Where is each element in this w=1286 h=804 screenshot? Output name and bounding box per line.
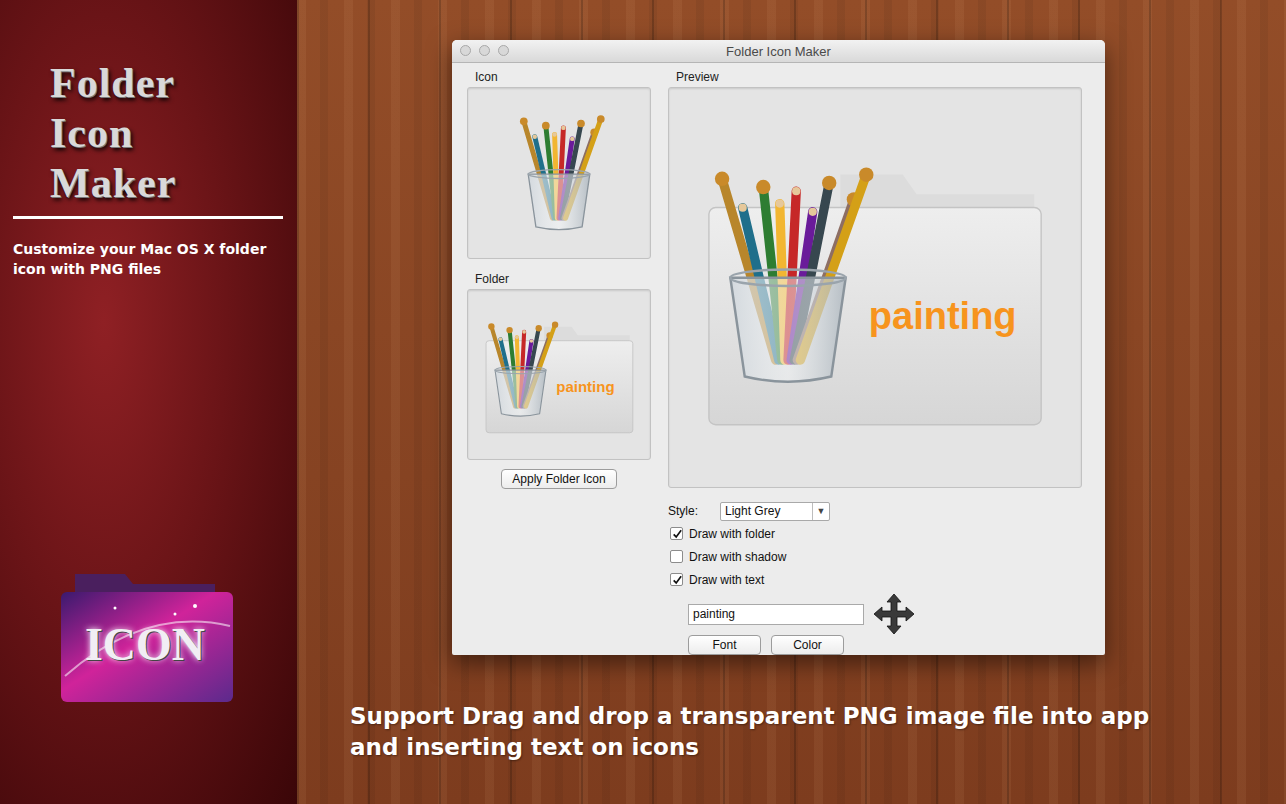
folder-thumbnail: painting [467,289,651,460]
app-logo: ICON [55,566,235,706]
preview-panel: painting [668,87,1082,488]
style-select[interactable]: Light Grey▼ [720,502,830,521]
option-checkbox[interactable]: Draw with text [668,568,1082,591]
preview-label: Preview [676,71,1082,84]
icon-label: Icon [475,71,651,84]
checkmark-icon [672,529,682,539]
sidebar: FolderIconMaker Customize your Mac OS X f… [0,0,297,804]
checkbox[interactable] [670,550,683,563]
text-field[interactable]: painting [688,604,864,625]
app-window: Folder Icon Maker Icon Folder painting Apply… [452,40,1105,655]
text-style-button[interactable]: Color [771,635,844,655]
title-bar: Folder Icon Maker [452,40,1105,63]
move-arrows-icon[interactable] [873,593,915,635]
option-checkbox[interactable]: Draw with shadow [668,545,1082,568]
app-title: FolderIconMaker [13,58,283,208]
tagline: Customize your Mac OS X folder icon with… [13,239,283,279]
dropdown-arrow-icon: ▼ [812,503,829,520]
checkmark-icon [672,575,682,585]
folder-label: Folder [475,273,651,286]
option-checkbox[interactable]: Draw with folder [668,522,1082,545]
checkbox[interactable] [670,527,683,540]
text-style-button[interactable]: Font [688,635,761,655]
screen: FolderIconMaker Customize your Mac OS X f… [0,0,1286,804]
brush-cup-icon [685,124,891,427]
caption: Support Drag and drop a transparent PNG … [350,701,1286,763]
checkbox[interactable] [670,573,683,586]
brush-cup-icon [504,103,614,243]
style-label: Style: [668,504,698,518]
icon-drop-well[interactable] [467,87,651,259]
brush-cup-icon [475,305,566,433]
title-divider [13,216,283,219]
minimize-button[interactable] [479,45,490,56]
zoom-button[interactable] [498,45,509,56]
apply-folder-icon-button[interactable]: Apply Folder Icon [501,469,616,489]
close-button[interactable] [460,45,471,56]
window-title: Folder Icon Maker [726,44,831,59]
desktop: Folder Icon Maker Icon Folder painting Apply… [297,0,1286,804]
